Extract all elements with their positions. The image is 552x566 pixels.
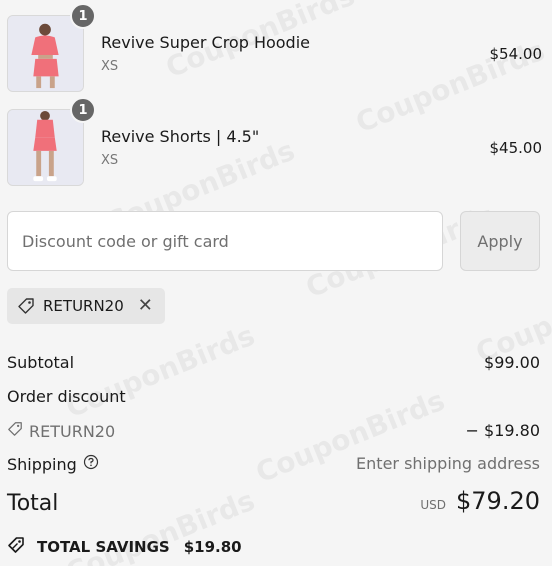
product-thumbnail: 1 [7,97,96,186]
tag-icon [17,297,35,315]
quantity-badge: 1 [70,97,96,123]
item-name: Revive Shorts | 4.5" [101,127,260,146]
applied-code-label: RETURN20 [43,297,124,315]
quantity-badge: 1 [70,3,96,29]
item-name: Revive Super Crop Hoodie [101,33,310,52]
subtotal-row: Subtotal $99.00 [7,353,540,372]
product-thumbnail: 1 [7,3,96,92]
line-item-hoodie: 1 Revive Super Crop Hoodie XS $54.00 [7,3,543,93]
product-image [8,110,83,185]
savings-value: $19.80 [183,538,242,556]
product-image [8,16,83,91]
order-discount-label: Order discount [7,387,126,406]
total-currency: USD [420,498,447,512]
line-item-shorts: 1 Revive Shorts | 4.5" XS $45.00 [7,97,543,187]
shipping-value: Enter shipping address [356,454,540,473]
total-label: Total [7,491,59,516]
order-discount-row: Order discount [7,387,540,406]
apply-button[interactable]: Apply [460,211,540,271]
discount-code-row: RETURN20 − $19.80 [7,421,540,441]
subtotal-label: Subtotal [7,353,75,372]
shipping-row: Shipping Enter shipping address [7,454,540,474]
item-price: $45.00 [489,139,543,157]
remove-discount-icon[interactable]: ✕ [138,297,153,315]
total-amount: $79.20 [456,487,540,515]
total-row: Total USD $79.20 [7,487,540,516]
item-price: $54.00 [489,45,543,63]
applied-discount-chip: RETURN20 ✕ [7,288,165,324]
subtotal-value: $99.00 [484,353,540,372]
help-icon[interactable] [83,454,99,474]
tag-icon [7,421,23,441]
discount-code-input[interactable] [7,211,443,271]
shipping-label: Shipping [7,454,77,474]
savings-label: TOTAL SAVINGS [37,538,170,556]
total-savings: TOTAL SAVINGS $19.80 [7,536,242,558]
item-variant: XS [101,153,119,168]
discount-form: Apply [7,211,540,271]
tag-icon [7,536,27,558]
item-variant: XS [101,59,119,74]
discount-code-label: RETURN20 [29,421,116,441]
discount-value: − $19.80 [465,421,540,440]
